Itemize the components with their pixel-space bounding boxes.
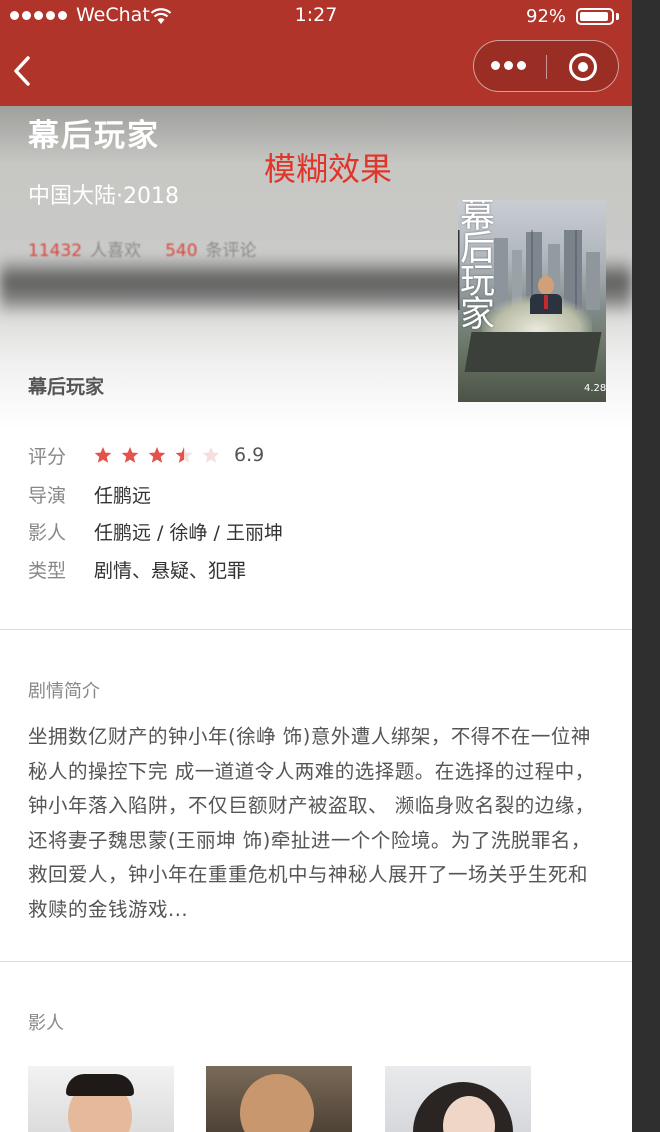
screen: WeChat 1:27 92% 幕后玩家 模糊效果 中国大陆·2018 1143… — [0, 0, 632, 1132]
star-icon — [148, 447, 166, 463]
comments-label: 条评论 — [205, 241, 257, 261]
poster-figure-head — [538, 276, 554, 295]
blur-effect-label: 模糊效果 — [264, 150, 393, 188]
cast-photo-3[interactable] — [385, 1066, 531, 1132]
star-icon — [121, 447, 139, 463]
divider — [0, 961, 632, 962]
poster-date: 4.28 — [584, 383, 606, 394]
rating-label: 评分 — [28, 445, 67, 468]
battery-percent: 92% — [526, 6, 567, 27]
cast-hair — [66, 1074, 134, 1096]
more-dots-icon[interactable] — [491, 61, 526, 70]
likes-label: 人喜欢 — [90, 241, 142, 261]
poster-title: 幕后玩家 — [460, 200, 496, 335]
genre-value: 剧情、悬疑、犯罪 — [94, 559, 247, 582]
genre-row: 类型 剧情、悬疑、犯罪 — [28, 554, 246, 584]
likes-count: 11432 — [28, 241, 83, 261]
movie-stats: 11432 人喜欢 540 条评论 — [28, 236, 281, 261]
nav-bar — [0, 36, 632, 106]
mini-program-capsule — [473, 40, 619, 92]
side-strip — [632, 0, 660, 1132]
cast-face — [240, 1074, 314, 1132]
rating-value: 6.9 — [234, 444, 265, 466]
chevron-left-icon[interactable] — [10, 54, 38, 88]
movie-subtitle: 幕后玩家 — [28, 376, 105, 398]
synopsis-title: 剧情简介 — [28, 681, 100, 702]
director-value: 任鹏远 — [94, 484, 152, 507]
genre-label: 类型 — [28, 559, 67, 582]
cast-row: 影人 任鹏远 / 徐峥 / 王丽坤 — [28, 516, 283, 546]
cast-label: 影人 — [28, 521, 67, 544]
cast-section-title: 影人 — [28, 1013, 64, 1034]
director-label: 导演 — [28, 484, 67, 507]
star-icon — [202, 447, 220, 463]
cast-photo-1[interactable] — [28, 1066, 174, 1132]
star-icon — [94, 447, 112, 463]
battery-icon — [576, 8, 614, 25]
star-icon — [175, 447, 193, 463]
comments-count: 540 — [165, 241, 198, 261]
capsule-divider — [546, 55, 547, 79]
divider — [0, 629, 632, 630]
movie-title: 幕后玩家 — [28, 118, 160, 154]
rating-stars — [94, 446, 220, 464]
region-year: 中国大陆·2018 — [28, 184, 179, 209]
poster-table — [464, 332, 602, 372]
cast-photo-2[interactable] — [206, 1066, 352, 1132]
battery-tip — [616, 13, 619, 20]
status-bar: WeChat 1:27 92% — [0, 0, 632, 36]
cast-value: 任鹏远 / 徐峥 / 王丽坤 — [94, 521, 283, 544]
movie-poster[interactable]: 幕后玩家 4.28 — [458, 200, 606, 402]
rating-row: 评分 6.9 — [28, 440, 264, 470]
poster-figure-tie — [544, 295, 548, 309]
synopsis-text: 坐拥数亿财产的钟小年(徐峥 饰)意外遭人绑架，不得不在一位神秘人的操控下完 成一… — [28, 725, 595, 921]
director-row: 导演 任鹏远 — [28, 479, 151, 509]
target-circle-icon[interactable] — [569, 53, 597, 81]
